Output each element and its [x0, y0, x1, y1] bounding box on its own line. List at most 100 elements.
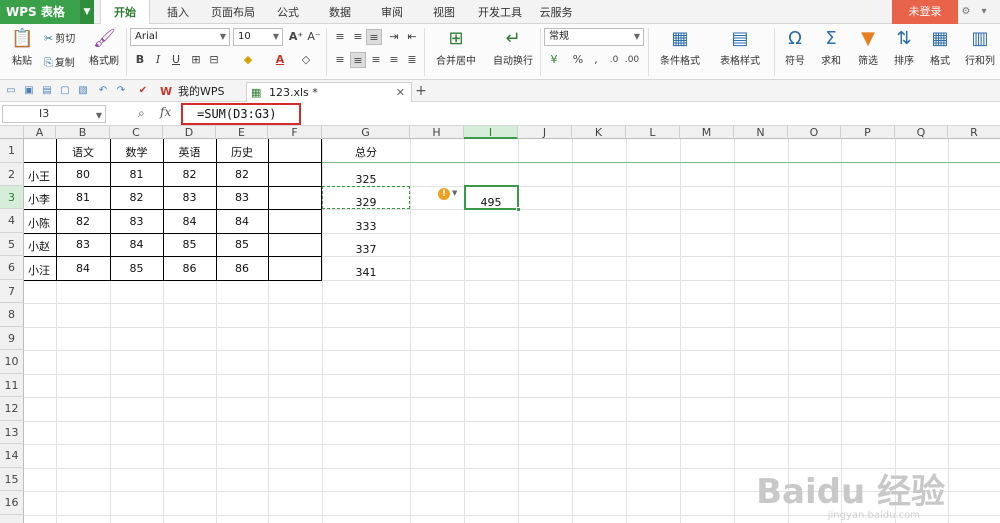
header-cell-history[interactable]: 历史	[216, 144, 268, 160]
align-top-icon[interactable]: ≡	[332, 29, 348, 45]
table-cell[interactable]: 84	[163, 215, 216, 228]
table-cell[interactable]: 86	[163, 262, 216, 275]
eraser-icon[interactable]: ◇	[298, 52, 314, 68]
name-box[interactable]: I3 ▼	[2, 105, 106, 123]
bold-icon[interactable]: B	[132, 52, 148, 68]
col-header-D[interactable]: D	[163, 126, 216, 139]
align-right-icon[interactable]: ≡	[368, 52, 384, 68]
table-cell[interactable]: 82	[56, 215, 110, 228]
thousands-icon[interactable]: ,	[588, 52, 604, 68]
redo-icon[interactable]: ↷	[114, 84, 128, 98]
align-middle-icon[interactable]: ≡	[350, 29, 366, 45]
name-cell[interactable]: 小汪	[24, 262, 56, 278]
login-button[interactable]: 未登录	[892, 0, 958, 24]
table-cell[interactable]: 83	[56, 238, 110, 251]
justify-icon[interactable]: ≡	[386, 52, 402, 68]
table-cell[interactable]: 82	[110, 191, 163, 204]
select-all-corner[interactable]	[0, 126, 24, 139]
increase-decimal-icon[interactable]: .0	[606, 52, 622, 68]
table-cell[interactable]: 85	[110, 262, 163, 275]
wrap-text-button[interactable]: ↵ 自动换行	[488, 28, 538, 67]
row-header-3[interactable]: 3	[0, 186, 24, 209]
table-cell[interactable]: 81	[110, 168, 163, 181]
save-icon[interactable]: ▣	[22, 84, 36, 98]
font-size-select[interactable]: 10 ▼	[233, 28, 283, 46]
col-header-G[interactable]: G	[322, 126, 410, 139]
table-cell[interactable]: 84	[110, 238, 163, 251]
name-cell[interactable]: 小陈	[24, 215, 56, 231]
col-header-A[interactable]: A	[24, 126, 56, 139]
table-cell[interactable]: 83	[163, 191, 216, 204]
merge-icon[interactable]: ⊟	[206, 52, 222, 68]
name-cell[interactable]: 小王	[24, 168, 56, 184]
align-bottom-icon[interactable]: ≡	[366, 29, 382, 45]
tab-my-wps[interactable]: W 我的WPS	[156, 82, 244, 102]
header-cell-chinese[interactable]: 语文	[56, 144, 110, 160]
table-style-button[interactable]: ▤ 表格样式	[712, 28, 768, 67]
increase-font-icon[interactable]: A⁺	[288, 29, 304, 45]
total-cell[interactable]: 325	[322, 173, 410, 186]
name-cell[interactable]: 小李	[24, 191, 56, 207]
merge-center-button[interactable]: ⊞ 合并居中	[430, 28, 482, 67]
col-header-L[interactable]: L	[626, 126, 680, 139]
tab-formulas[interactable]: 公式	[270, 0, 306, 24]
formula-input[interactable]: =SUM(D3:G3)	[181, 103, 301, 125]
tab-developer[interactable]: 开发工具	[474, 0, 526, 24]
tab-document[interactable]: ▦ 123.xls * ✕	[246, 82, 412, 102]
number-format-select[interactable]: 常规 ▼	[544, 28, 644, 46]
row-header-16[interactable]: 16	[0, 491, 24, 515]
total-cell[interactable]: 333	[322, 220, 410, 233]
row-header-10[interactable]: 10	[0, 350, 24, 374]
sort-button[interactable]: ⇅ 排序	[888, 28, 920, 67]
header-cell-english[interactable]: 英语	[163, 144, 216, 160]
tab-page-layout[interactable]: 页面布局	[206, 0, 260, 24]
col-header-Q[interactable]: Q	[895, 126, 948, 139]
zoom-icon[interactable]: ⌕	[138, 106, 145, 121]
align-center-icon[interactable]: ≡	[350, 52, 366, 68]
font-name-select[interactable]: Arial ▼	[130, 28, 230, 46]
col-header-H[interactable]: H	[410, 126, 464, 139]
row-header-15[interactable]: 15	[0, 468, 24, 491]
header-cell-total[interactable]: 总分	[322, 144, 410, 160]
settings-icon[interactable]: ⚙	[960, 6, 972, 18]
row-header-4[interactable]: 4	[0, 209, 24, 233]
col-header-M[interactable]: M	[680, 126, 734, 139]
total-cell[interactable]: 341	[322, 266, 410, 279]
row-header-1[interactable]: 1	[0, 139, 24, 163]
conditional-format-button[interactable]: ▦ 条件格式	[654, 28, 706, 67]
copy-button[interactable]: ⎘ 复制	[44, 54, 75, 70]
currency-icon[interactable]: ¥	[546, 52, 562, 68]
total-cell[interactable]: 337	[322, 243, 410, 256]
distribute-icon[interactable]: ≣	[404, 52, 420, 68]
sum-button[interactable]: Σ 求和	[816, 28, 846, 67]
decrease-font-icon[interactable]: A⁻	[306, 29, 322, 45]
folder-icon[interactable]: ▭	[4, 84, 18, 98]
row-header-8[interactable]: 8	[0, 303, 24, 327]
col-header-K[interactable]: K	[572, 126, 626, 139]
name-cell[interactable]: 小赵	[24, 238, 56, 254]
row-header-5[interactable]: 5	[0, 233, 24, 256]
warning-icon[interactable]: !	[438, 188, 450, 200]
app-menu-button[interactable]: WPS 表格 ▼	[0, 0, 94, 24]
customize-icon[interactable]: ✔	[136, 84, 150, 98]
row-header-9[interactable]: 9	[0, 327, 24, 350]
col-header-N[interactable]: N	[734, 126, 788, 139]
row-header-6[interactable]: 6	[0, 256, 24, 280]
underline-icon[interactable]: U	[168, 52, 184, 68]
table-cell[interactable]: 86	[216, 262, 268, 275]
col-header-J[interactable]: J	[518, 126, 572, 139]
close-icon[interactable]: ✕	[396, 83, 405, 103]
font-color-icon[interactable]: A	[272, 52, 288, 68]
undo-icon[interactable]: ↶	[96, 84, 110, 98]
table-cell[interactable]: 82	[163, 168, 216, 181]
chevron-down-icon[interactable]: ▼	[80, 0, 94, 24]
format-button[interactable]: ▦ 格式	[924, 28, 956, 67]
table-cell[interactable]: 85	[163, 238, 216, 251]
col-header-R[interactable]: R	[948, 126, 1000, 139]
col-header-O[interactable]: O	[788, 126, 841, 139]
col-header-P[interactable]: P	[841, 126, 895, 139]
col-header-C[interactable]: C	[110, 126, 163, 139]
row-header-13[interactable]: 13	[0, 421, 24, 444]
row-col-button[interactable]: ▥ 行和列	[962, 28, 998, 67]
col-header-F[interactable]: F	[268, 126, 322, 139]
